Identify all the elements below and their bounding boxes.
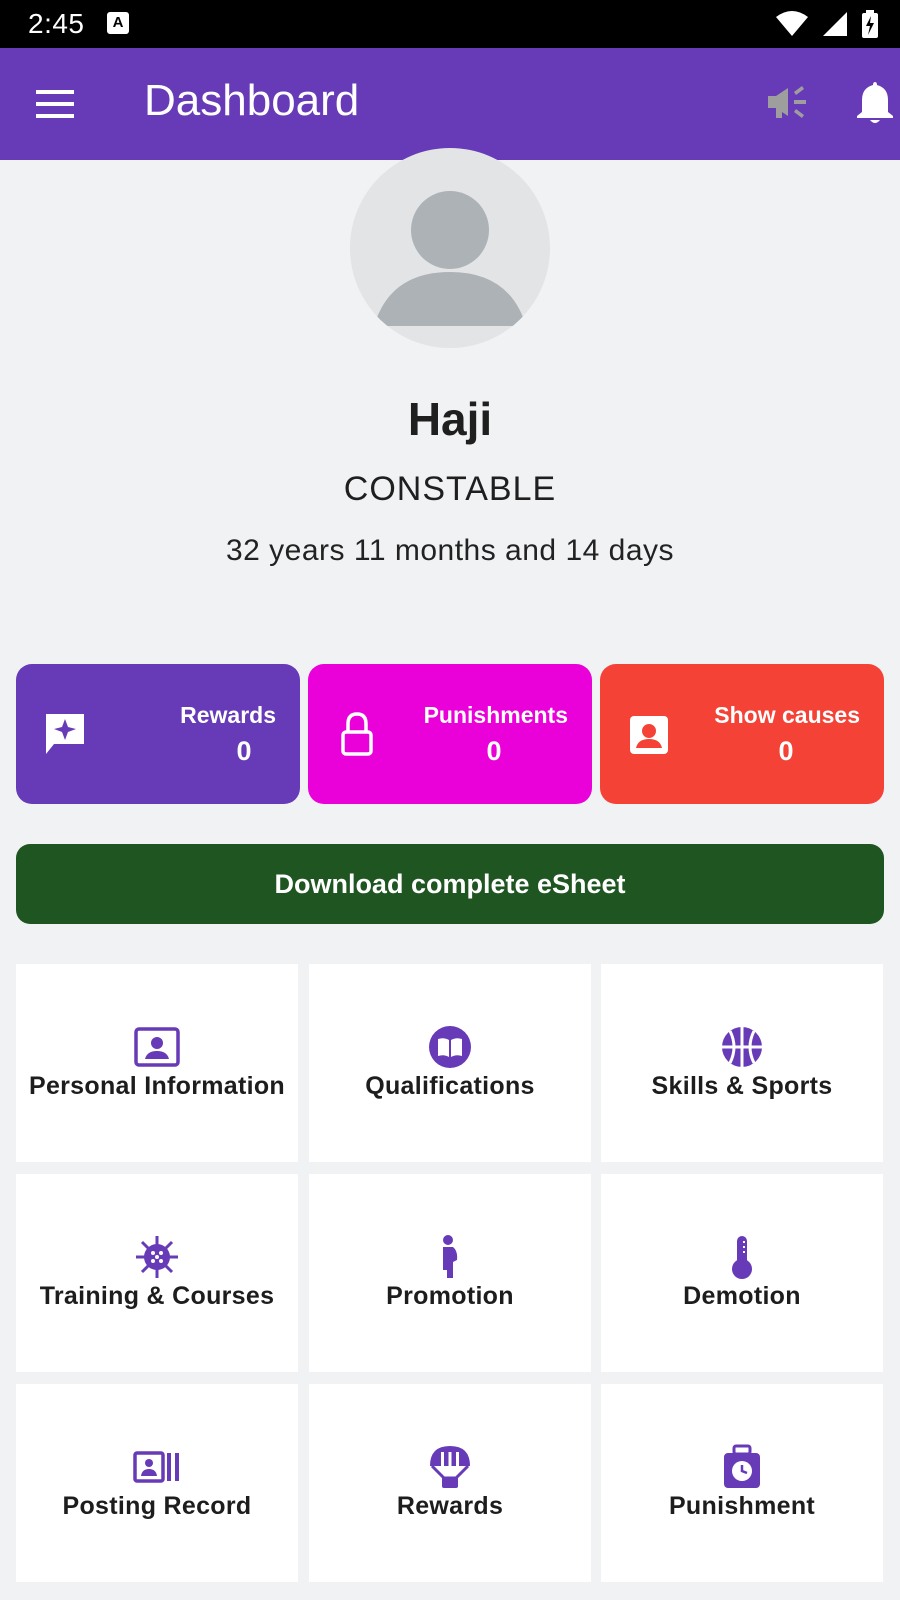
cell-signal-icon (823, 12, 847, 36)
stat-label: Rewards (180, 702, 276, 728)
reward-star-icon (46, 714, 84, 754)
book-icon (429, 1026, 471, 1068)
stat-value: 0 (778, 736, 794, 766)
person-icon (374, 191, 526, 326)
tile-personal-information[interactable]: Personal Information (16, 964, 298, 1162)
wifi-icon (776, 11, 808, 36)
tile-label: Personal Information (28, 1072, 286, 1100)
id-card-icon (134, 1027, 180, 1067)
parachute-icon (430, 1446, 470, 1488)
status-bar: 2:45 A (0, 0, 900, 48)
notification-a-icon: A (107, 12, 129, 34)
tile-label: Demotion (683, 1282, 801, 1310)
tile-training-courses[interactable]: Training & Courses (16, 1174, 298, 1372)
profile-rank: CONSTABLE (343, 470, 557, 508)
page-title: Dashboard (144, 76, 360, 125)
rewards-stat-card[interactable]: Rewards 0 (16, 664, 300, 804)
tile-label: Posting Record (62, 1492, 252, 1520)
profile-name: Haji (407, 393, 493, 445)
tile-skills-sports[interactable]: Skills & Sports (601, 964, 883, 1162)
battery-icon (862, 10, 878, 38)
tile-label: Qualifications (365, 1072, 535, 1100)
status-indicators (776, 8, 878, 40)
tile-demotion[interactable]: Demotion (601, 1174, 883, 1372)
portrait-cards-icon (133, 1451, 179, 1483)
service-length: 32 years 11 months and 14 days (225, 534, 675, 567)
tile-label: Punishment (668, 1492, 816, 1520)
tile-label: Rewards (396, 1492, 504, 1520)
tile-qualifications[interactable]: Qualifications (309, 964, 591, 1162)
thermometer-icon (732, 1236, 752, 1279)
basketball-icon (722, 1027, 762, 1067)
punishments-stat-card[interactable]: Punishments 0 (308, 664, 592, 804)
tile-rewards[interactable]: Rewards (309, 1384, 591, 1582)
tile-posting-record[interactable]: Posting Record (16, 1384, 298, 1582)
menu-icon[interactable] (36, 86, 74, 122)
show-causes-stat-card[interactable]: Show causes 0 (600, 664, 884, 804)
stat-value: 0 (486, 736, 502, 766)
bell-icon[interactable] (852, 78, 898, 126)
stat-value: 0 (236, 736, 252, 766)
pregnant-woman-icon (443, 1235, 458, 1278)
tile-label: Training & Courses (39, 1282, 275, 1310)
download-esheet-button[interactable]: Download complete eSheet (16, 844, 884, 924)
account-box-icon (630, 716, 668, 754)
megaphone-icon[interactable] (764, 78, 812, 126)
app-bar: Dashboard (0, 48, 900, 160)
lock-icon (341, 712, 373, 756)
avatar[interactable] (350, 148, 550, 348)
stat-label: Show causes (714, 702, 860, 728)
stat-label: Punishments (423, 702, 568, 728)
status-time: 2:45 (28, 8, 85, 39)
tile-label: Skills & Sports (651, 1072, 833, 1100)
virus-icon (136, 1236, 178, 1278)
tile-punishment[interactable]: Punishment (601, 1384, 883, 1582)
tile-promotion[interactable]: Promotion (309, 1174, 591, 1372)
tile-label: Promotion (386, 1282, 514, 1310)
timer-bag-icon (724, 1444, 760, 1488)
